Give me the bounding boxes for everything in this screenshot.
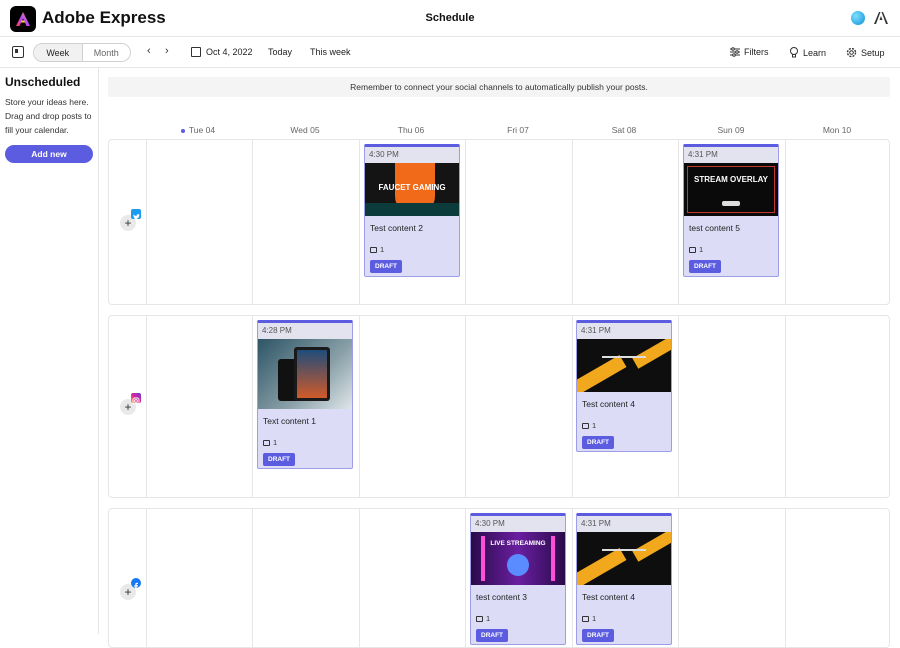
media-count: 1 (577, 414, 671, 431)
media-count: 1 (471, 607, 565, 624)
gear-icon (846, 47, 857, 58)
post-time: 4:28 PM (258, 323, 352, 339)
post-title: Test content 4 (582, 399, 635, 409)
next-week-button[interactable]: › (165, 45, 169, 57)
draft-badge: DRAFT (582, 629, 615, 642)
post-card[interactable]: 4:31 PM Test content 4 1 DRAFT (576, 513, 672, 645)
post-title: Test content 4 (582, 592, 635, 602)
day-header-sat: Sat 08 (611, 125, 637, 135)
sidebar-description: Store your ideas here. Drag and drop pos… (5, 97, 92, 135)
week-view-button[interactable]: Week (34, 44, 83, 61)
post-time: 4:31 PM (684, 147, 778, 163)
sidebar-toggle-icon[interactable] (12, 46, 24, 58)
lightbulb-icon (790, 47, 798, 58)
media-count-value: 1 (699, 245, 704, 254)
day-header-fri: Fri 07 (507, 125, 529, 135)
day-header-sun: Sun 09 (717, 125, 745, 135)
post-thumbnail: FAUCET GAMING (365, 163, 459, 216)
setup-label: Setup (861, 47, 885, 58)
image-icon (263, 439, 270, 446)
media-count: 1 (258, 431, 352, 448)
media-count-value: 1 (380, 245, 385, 254)
media-count-value: 1 (592, 421, 597, 430)
day-header-thu: Thu 06 (397, 125, 425, 135)
post-title: Test content 2 (370, 223, 423, 233)
image-icon (370, 246, 377, 253)
day-header-wed: Wed 05 (290, 125, 320, 135)
draft-badge: DRAFT (370, 260, 403, 273)
connect-channels-banner: Remember to connect your social channels… (108, 77, 890, 97)
post-time: 4:30 PM (471, 516, 565, 532)
instagram-icon (131, 393, 141, 405)
post-card[interactable]: 4:30 PM LIVE STREAMING test content 3 1 … (470, 513, 566, 645)
post-title: test content 3 (476, 592, 528, 602)
unscheduled-sidebar: Unscheduled Store your ideas here. Drag … (0, 68, 99, 634)
this-week-button[interactable]: This week (310, 47, 351, 57)
setup-button[interactable]: Setup (846, 47, 885, 58)
day-label: Tue 04 (188, 125, 216, 135)
today-indicator (180, 128, 185, 133)
page-title: Schedule (425, 12, 475, 24)
post-card[interactable]: 4:31 PM STREAM OVERLAY test content 5 1 … (683, 144, 779, 277)
draft-badge: DRAFT (582, 436, 615, 449)
filters-label: Filters (744, 47, 769, 57)
facebook-icon (131, 578, 141, 590)
post-thumbnail: LIVE STREAMING (471, 532, 565, 585)
date-picker[interactable]: Oct 4, 2022 (206, 47, 253, 57)
thumbnail-text: FAUCET GAMING (378, 183, 446, 192)
learn-button[interactable]: Learn (789, 47, 826, 58)
media-count: 1 (365, 238, 459, 255)
image-icon (689, 246, 696, 253)
filters-button[interactable]: Filters (730, 47, 769, 57)
app-header: Adobe Express Schedule (0, 0, 900, 37)
post-card[interactable]: 4:31 PM Test content 4 1 DRAFT (576, 320, 672, 452)
media-count: 1 (684, 238, 778, 255)
draft-badge: DRAFT (263, 453, 296, 466)
thumbnail-text: LIVE STREAMING (490, 540, 546, 547)
post-thumbnail (577, 532, 671, 585)
day-header-tue: Tue 04 (145, 125, 251, 135)
month-view-button[interactable]: Month (83, 44, 131, 61)
learn-label: Learn (803, 47, 827, 58)
image-icon (476, 615, 483, 622)
add-new-button[interactable]: Add new (5, 145, 93, 163)
post-thumbnail (577, 339, 671, 392)
adobe-apps-icon[interactable] (873, 10, 889, 26)
channel-row-instagram: + (108, 315, 890, 498)
draft-badge: DRAFT (476, 629, 509, 642)
post-card[interactable]: 4:30 PM FAUCET GAMING Test content 2 1 D… (364, 144, 460, 277)
post-time: 4:30 PM (365, 147, 459, 163)
media-count: 1 (577, 607, 671, 624)
media-count-value: 1 (273, 438, 278, 447)
filters-icon (730, 47, 740, 57)
image-icon (582, 422, 589, 429)
post-thumbnail: STREAM OVERLAY (684, 163, 778, 216)
twitter-icon (131, 209, 141, 220)
post-time: 4:31 PM (577, 516, 671, 532)
sidebar-title: Unscheduled (5, 75, 81, 89)
post-card[interactable]: 4:28 PM Text content 1 1 DRAFT (257, 320, 353, 469)
day-header-mon: Mon 10 (822, 125, 852, 135)
post-time: 4:31 PM (577, 323, 671, 339)
user-avatar[interactable] (851, 11, 865, 25)
media-count-value: 1 (486, 614, 491, 623)
post-title: Text content 1 (263, 416, 316, 426)
today-button[interactable]: Today (268, 47, 292, 57)
draft-badge: DRAFT (689, 260, 722, 273)
media-count-value: 1 (592, 614, 597, 623)
post-thumbnail (258, 339, 352, 409)
thumbnail-text: STREAM OVERLAY (694, 175, 768, 184)
toolbar: Week Month ‹ › Oct 4, 2022 Today This we… (0, 37, 900, 68)
calendar-icon[interactable] (191, 47, 201, 57)
previous-week-button[interactable]: ‹ (147, 45, 151, 57)
image-icon (582, 615, 589, 622)
view-switcher: Week Month (33, 43, 131, 62)
post-title: test content 5 (689, 223, 741, 233)
